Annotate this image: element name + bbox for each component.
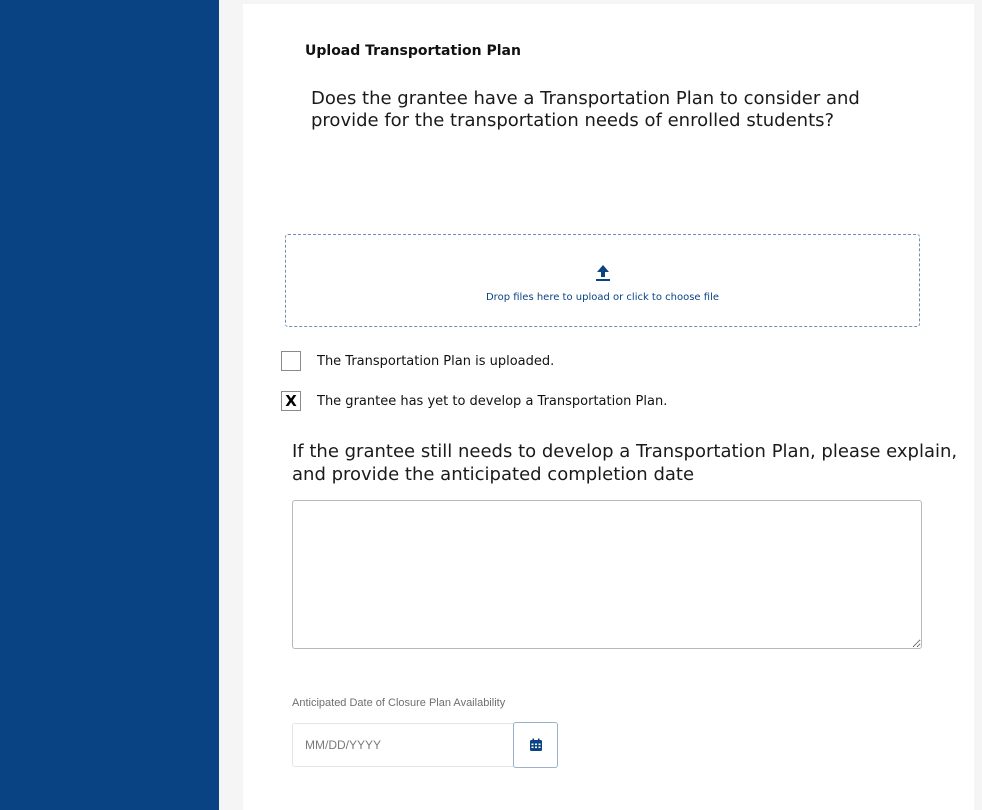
date-field-label: Anticipated Date of Closure Plan Availab… bbox=[292, 697, 506, 709]
date-input[interactable] bbox=[292, 723, 514, 767]
checkbox-label-plan-not-developed: The grantee has yet to develop a Transpo… bbox=[317, 393, 668, 409]
file-dropzone[interactable]: Drop files here to upload or click to ch… bbox=[285, 234, 920, 327]
calendar-icon bbox=[529, 738, 542, 751]
upload-arrow-icon bbox=[595, 265, 610, 281]
calendar-button[interactable] bbox=[513, 722, 558, 768]
dropzone-text: Drop files here to upload or click to ch… bbox=[485, 292, 719, 303]
checkbox-row-plan-uploaded: The Transportation Plan is uploaded. bbox=[281, 351, 554, 371]
question-text: Does the grantee have a Transportation P… bbox=[311, 88, 860, 131]
right-edge bbox=[974, 0, 982, 810]
checkbox-plan-not-developed[interactable]: X bbox=[281, 391, 301, 411]
checkbox-row-plan-not-developed: X The grantee has yet to develop a Trans… bbox=[281, 391, 667, 411]
explanation-textarea[interactable] bbox=[292, 500, 922, 649]
checkbox-label-plan-uploaded: The Transportation Plan is uploaded. bbox=[317, 353, 555, 369]
section-heading: Upload Transportation Plan bbox=[305, 43, 521, 59]
content-gutter bbox=[219, 0, 243, 810]
checkbox-plan-uploaded[interactable] bbox=[281, 351, 301, 371]
explanation-label: If the grantee still needs to develop a … bbox=[292, 441, 958, 485]
sidebar bbox=[0, 0, 219, 810]
top-strip bbox=[219, 0, 982, 4]
